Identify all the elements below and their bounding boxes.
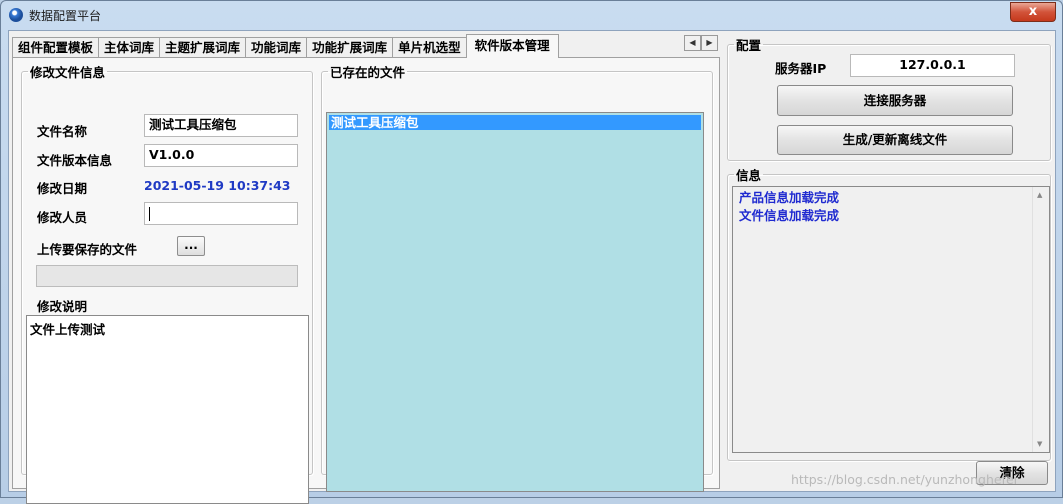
modify-description-textarea[interactable]: 文件上传测试 <box>26 315 309 504</box>
modify-date-label: 修改日期 <box>37 181 88 196</box>
close-button[interactable]: x <box>1010 2 1056 22</box>
upload-progress-bar <box>36 265 298 287</box>
modify-description-label: 修改说明 <box>37 299 88 314</box>
text-caret <box>149 206 150 221</box>
file-name-field[interactable]: 测试工具压缩包 <box>144 114 298 137</box>
tab-topic-extension-lexicon[interactable]: 主题扩展词库 <box>159 37 247 59</box>
upload-file-label: 上传要保存的文件 <box>37 242 138 257</box>
scroll-down-icon[interactable]: ▼ <box>1037 440 1042 448</box>
config-legend: 配置 <box>736 38 762 53</box>
tab-software-version-management[interactable]: 软件版本管理 <box>465 34 559 58</box>
existing-files-list[interactable]: 测试工具压缩包 <box>326 112 704 492</box>
file-name-label: 文件名称 <box>37 124 88 139</box>
app-window: 数据配置平台 x 组件配置模板 主体词库 主题扩展词库 功能词库 功能扩展词库 … <box>0 0 1063 504</box>
window-title: 数据配置平台 <box>29 9 102 23</box>
tab-main-lexicon[interactable]: 主体词库 <box>98 37 161 59</box>
info-line: 文件信息加载完成 <box>739 208 840 223</box>
scroll-up-icon[interactable]: ▲ <box>1037 191 1042 199</box>
modify-date-value: 2021-05-19 10:37:43 <box>144 178 291 193</box>
file-version-field[interactable]: V1.0.0 <box>144 144 298 167</box>
app-globe-icon <box>9 8 23 22</box>
file-list-item[interactable]: 测试工具压缩包 <box>329 115 701 130</box>
modify-description-text: 文件上传测试 <box>30 322 106 337</box>
tab-scroll-left-icon[interactable]: ◀ <box>684 35 701 51</box>
info-line: 产品信息加载完成 <box>739 190 840 205</box>
tab-bar: 组件配置模板 主体词库 主题扩展词库 功能词库 功能扩展词库 单片机选型 软件版… <box>12 34 559 59</box>
server-ip-label: 服务器IP <box>775 61 827 76</box>
tab-function-extension-lexicon[interactable]: 功能扩展词库 <box>306 37 394 59</box>
modifier-field[interactable] <box>144 202 298 225</box>
modify-file-info-legend: 修改文件信息 <box>30 65 106 80</box>
tab-mcu-selection[interactable]: 单片机选型 <box>392 37 467 59</box>
title-bar[interactable]: 数据配置平台 x <box>1 1 1062 29</box>
info-scrollbar[interactable]: ▲ ▼ <box>1032 187 1049 452</box>
connect-server-button[interactable]: 连接服务器 <box>777 85 1013 116</box>
tab-scroll-buttons: ◀ ▶ <box>684 35 718 51</box>
watermark-text: https://blog.csdn.net/yunzhonghefei <box>791 472 1018 487</box>
tab-component-template[interactable]: 组件配置模板 <box>12 37 100 59</box>
server-ip-field[interactable]: 127.0.0.1 <box>850 54 1015 77</box>
tab-scroll-right-icon[interactable]: ▶ <box>701 35 718 51</box>
client-area: 组件配置模板 主体词库 主题扩展词库 功能词库 功能扩展词库 单片机选型 软件版… <box>8 30 1056 504</box>
file-version-label: 文件版本信息 <box>37 153 113 168</box>
info-log[interactable]: 产品信息加载完成 文件信息加载完成 ▲ ▼ <box>732 186 1050 453</box>
info-legend: 信息 <box>736 168 762 183</box>
modifier-label: 修改人员 <box>37 210 88 225</box>
generate-offline-file-button[interactable]: 生成/更新离线文件 <box>777 125 1013 155</box>
tab-function-lexicon[interactable]: 功能词库 <box>245 37 308 59</box>
tab-page-software-version: 修改文件信息 文件名称 测试工具压缩包 文件版本信息 V1.0.0 修改日期 2… <box>12 57 720 504</box>
browse-button[interactable]: ... <box>177 236 205 256</box>
existing-files-legend: 已存在的文件 <box>330 65 406 80</box>
